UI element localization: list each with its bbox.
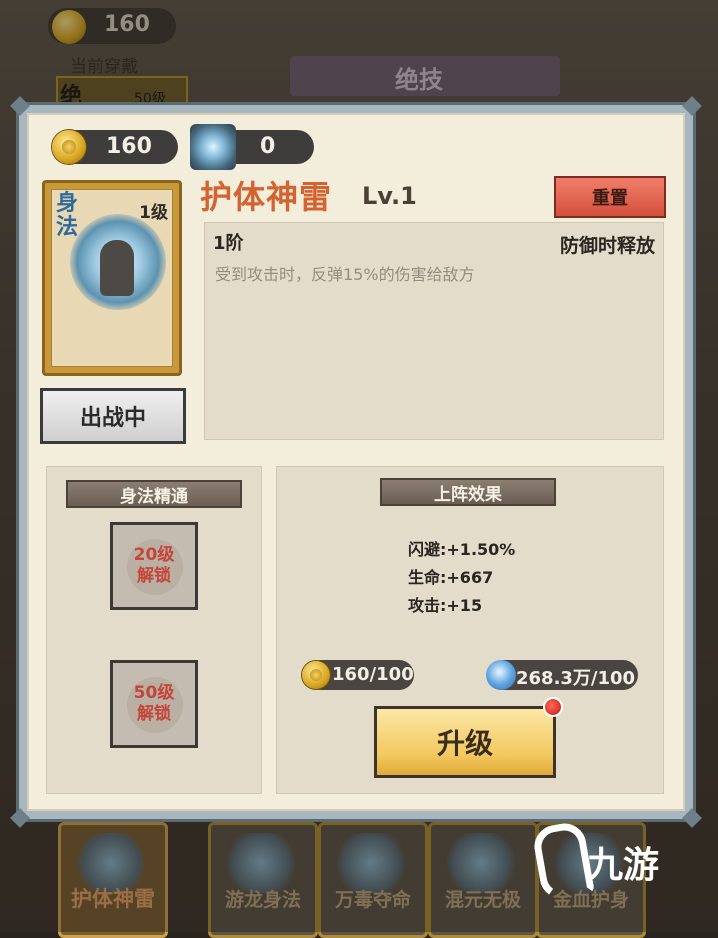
upgrade-button[interactable]: 升级 [374,706,556,778]
mastery-banner: 身法精通 [66,480,242,508]
skill-shard-icon [190,124,236,170]
skill-card: 身法 1级 [42,180,182,376]
gold-coin-icon [52,130,86,164]
card-type-label: 身法 [56,191,79,240]
gold-coin-icon [302,661,330,689]
skill-name: 护体神雷 [200,178,333,216]
skill-level: Lv.1 [362,182,417,210]
stat-hp: 生命:+667 [408,568,494,587]
lock-level: 20级 [133,545,175,565]
card-level-label: 1级 [139,203,168,223]
coin-cost-value: 160/100 [332,664,414,685]
watermark-text: 九游 [587,845,660,886]
lock-state: 解锁 [137,566,171,586]
skill-effect-text: 受到攻击时，反弹15%的伤害给敌方 [215,265,475,284]
orb-cost-value: 268.3万/100 [516,668,636,689]
coin-resource-value: 160 [106,134,152,159]
notification-dot-icon [543,697,563,717]
watermark-logo: 九游 [530,820,687,902]
deployed-button[interactable]: 出战中 [40,388,186,444]
nine-logo-icon [530,820,596,902]
lock-level: 50级 [133,683,175,703]
mastery-lock-slot[interactable]: 50级 解锁 [110,660,198,748]
shard-resource-value: 0 [260,134,276,159]
stat-attack: 攻击:+15 [408,596,483,615]
effects-banner: 上阵效果 [380,478,556,506]
skill-card-face: 身法 1级 [51,189,173,367]
lightning-figure-icon [100,240,134,296]
mastery-lock-slot[interactable]: 20级 解锁 [110,522,198,610]
stat-dodge: 闪避:+1.50% [408,540,516,559]
reset-button[interactable]: 重置 [554,176,666,218]
skill-tier: 1阶 [213,233,244,254]
skill-trigger: 防御时释放 [559,235,655,257]
lock-state: 解锁 [137,704,171,724]
skill-description-box: 1阶 防御时释放 受到攻击时，反弹15%的伤害给敌方 [204,222,664,440]
spirit-orb-icon [486,660,516,690]
